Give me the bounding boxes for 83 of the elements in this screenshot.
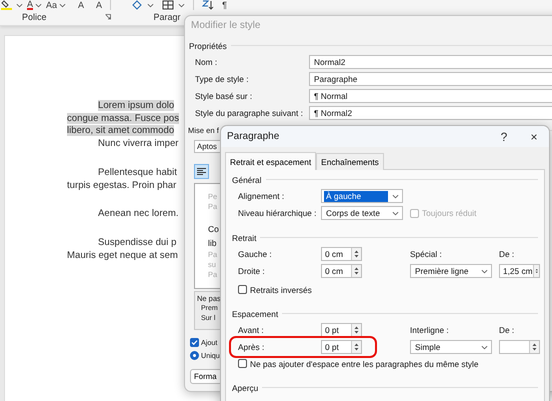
chevron-down-icon [392, 194, 399, 198]
section-heading: Aperçu [232, 382, 258, 392]
radio-button[interactable] [190, 351, 199, 360]
dropdown-field[interactable]: À gauche [321, 189, 403, 203]
checkbox-label: Ne pas ajouter d'espace entre les paragraphes du même style [250, 358, 478, 368]
section-heading: Propriétés [189, 40, 227, 50]
shading-icon[interactable] [131, 0, 144, 10]
spinner-arrows-icon[interactable] [351, 248, 361, 260]
close-button[interactable]: × [519, 126, 549, 147]
group-label: Paragr [154, 12, 181, 22]
chevron-down-icon [35, 2, 42, 8]
dialog-title: Paragraphe [227, 131, 280, 142]
chevron-down-icon [16, 2, 23, 8]
chevron-down-icon [178, 2, 186, 8]
show-formatting-button[interactable]: ¶ [222, 0, 227, 10]
checkbox[interactable] [238, 285, 247, 294]
align-left-button[interactable] [194, 164, 209, 179]
field-label: Interligne : [410, 325, 450, 335]
section-heading: Général [232, 174, 262, 184]
highlighter-icon[interactable] [1, 0, 12, 10]
field-label: Type de style : [195, 74, 250, 84]
field-label: Gauche : [238, 249, 273, 259]
field-label: De : [499, 325, 516, 335]
section-heading: Espacement [232, 308, 278, 318]
borders-icon[interactable] [162, 0, 174, 10]
chevron-down-icon [59, 2, 66, 8]
spin-field[interactable] [499, 340, 540, 354]
spin-field[interactable]: 0 cm [321, 264, 362, 278]
chevron-down-icon [481, 268, 488, 274]
property-field[interactable]: ¶ Normal2 [309, 106, 552, 120]
field-label: Nom : [195, 57, 218, 67]
document-text-line: Mauris eget neque at sem [67, 250, 178, 261]
property-field[interactable]: Paragraphe [309, 72, 552, 86]
checkbox-label: Toujours réduit [422, 208, 476, 218]
document-text-line: Nunc viverra imper [98, 138, 179, 150]
field-label: Après : [238, 342, 266, 352]
spin-field[interactable]: 0 cm [321, 247, 362, 261]
spin-field[interactable]: 0 pt [321, 323, 362, 337]
field-label: Alignement : [238, 191, 286, 201]
tab[interactable]: Retrait et espacement [225, 152, 316, 170]
font-color-button[interactable]: A [27, 0, 34, 10]
dialog-title: Modifier le style [190, 19, 262, 33]
document-text-line: Pellentesque habit [98, 166, 177, 178]
change-case-button[interactable]: Aa [46, 0, 58, 10]
field-label: Style basé sur : [195, 91, 254, 101]
section-heading: Retrait [232, 232, 256, 242]
group-label: Police [22, 12, 47, 22]
font-size-button[interactable]: A [96, 0, 102, 10]
tab[interactable]: Enchaînements [316, 153, 384, 170]
field-label: Niveau hiérarchique : [238, 208, 318, 218]
help-button[interactable]: ? [489, 126, 519, 147]
spinner-arrows-icon[interactable] [529, 341, 539, 353]
sort-icon[interactable] [202, 0, 214, 10]
checkbox[interactable] [190, 338, 199, 347]
spin-field[interactable]: 0 pt [321, 340, 362, 354]
property-field[interactable]: ¶ Normal [309, 89, 552, 103]
dropdown-field[interactable]: Corps de texte [321, 206, 403, 220]
preview-sample-text: lib [208, 237, 217, 250]
spin-field[interactable]: 1,25 cm [499, 264, 540, 278]
field-label: Droite : [238, 266, 266, 276]
chevron-down-icon [392, 210, 399, 216]
chevron-down-icon [481, 344, 488, 350]
dropdown-field[interactable]: Première ligne [410, 264, 492, 278]
font-size-button[interactable]: A [78, 0, 84, 10]
document-text-line: turpis egestas. Proin phar [67, 180, 176, 191]
field-label: De : [499, 249, 516, 259]
checkbox-label: Retraits inversés [250, 284, 312, 294]
document-text-line: Aenean nec lorem. [98, 208, 179, 220]
checkbox[interactable] [238, 359, 247, 368]
dropdown-field[interactable]: Simple [410, 340, 492, 354]
align-left-icon [197, 168, 206, 175]
field-label: Spécial : [410, 249, 443, 259]
dialog-launcher-icon[interactable] [104, 14, 111, 20]
chevron-down-icon [147, 2, 154, 8]
property-field[interactable]: Normal2 [309, 55, 552, 69]
spinner-arrows-icon[interactable] [532, 265, 539, 277]
field-label: Avant : [238, 325, 265, 335]
spinner-arrows-icon[interactable] [351, 341, 361, 353]
spinner-arrows-icon[interactable] [351, 324, 361, 336]
document-text-line: Suspendisse dui p [98, 236, 176, 248]
preview-sample-text: Co [208, 223, 219, 236]
spinner-arrows-icon[interactable] [351, 265, 361, 277]
field-label: Style du paragraphe suivant : [195, 108, 304, 118]
